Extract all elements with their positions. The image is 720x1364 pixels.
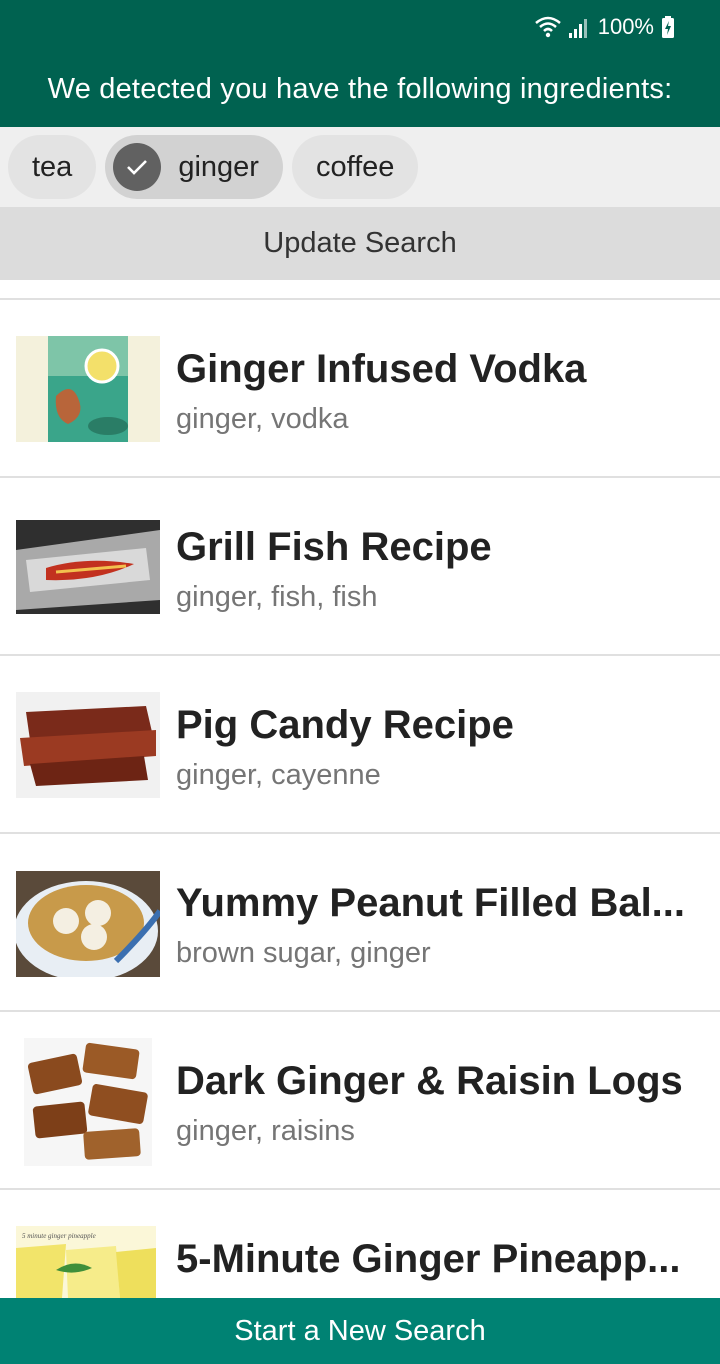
recipe-row-pig-candy[interactable]: Pig Candy Recipe ginger, cayenne [0, 656, 720, 834]
chip-coffee[interactable]: coffee [291, 135, 419, 199]
status-bar: 100% [534, 12, 676, 42]
chip-label: tea [32, 150, 73, 183]
recipe-thumbnail [24, 1038, 152, 1166]
chip-label: coffee [315, 150, 395, 183]
signal-icon [568, 15, 592, 39]
app-header: 100% We detected you have the following … [0, 0, 720, 127]
recipe-title: Pig Candy Recipe [176, 703, 514, 747]
wifi-icon [534, 15, 562, 39]
recipe-row-dark-ginger-raisin[interactable]: Dark Ginger & Raisin Logs ginger, raisin… [0, 1012, 720, 1190]
recipe-ingredients: brown sugar, ginger [176, 937, 431, 969]
battery-charging-icon [660, 15, 676, 39]
recipe-title: Yummy Peanut Filled Bal... [176, 881, 686, 925]
recipe-ingredients: ginger, raisins [176, 1115, 355, 1147]
recipe-row-grill-fish[interactable]: Grill Fish Recipe ginger, fish, fish [0, 478, 720, 656]
recipe-thumbnail [16, 692, 160, 798]
recipe-ingredients: ginger, cayenne [176, 759, 381, 791]
recipe-title: Grill Fish Recipe [176, 525, 492, 569]
recipe-ingredients: ginger, vodka [176, 403, 349, 435]
check-icon [113, 143, 162, 191]
recipe-list: Ginger Infused Vodka ginger, vodka Grill… [0, 280, 720, 1298]
recipe-thumbnail [16, 336, 160, 442]
recipe-thumbnail [16, 871, 160, 977]
chip-tea[interactable]: tea [8, 135, 97, 199]
recipe-title: Ginger Infused Vodka [176, 347, 587, 391]
recipe-thumbnail [16, 520, 160, 614]
recipe-ingredients: ginger, fish, fish [176, 581, 378, 613]
recipe-row-ginger-pineapple[interactable]: 5 minute ginger pineapple 5-Minute Ginge… [0, 1190, 720, 1298]
recipe-row-ginger-infused-vodka[interactable]: Ginger Infused Vodka ginger, vodka [0, 300, 720, 478]
thumbnail-caption: 5 minute ginger pineapple [22, 1232, 96, 1240]
recipe-title: Dark Ginger & Raisin Logs [176, 1059, 683, 1103]
update-search-button[interactable]: Update Search [0, 207, 720, 280]
recipe-thumbnail: 5 minute ginger pineapple [16, 1226, 156, 1298]
recipe-row-yummy-peanut[interactable]: Yummy Peanut Filled Bal... brown sugar, … [0, 834, 720, 1012]
ingredient-chips: tea ginger coffee [0, 127, 720, 207]
battery-percent: 100% [597, 14, 654, 39]
chip-ginger[interactable]: ginger [105, 135, 283, 199]
page-title: We detected you have the following ingre… [47, 73, 673, 105]
start-new-search-button[interactable]: Start a New Search [0, 1298, 720, 1364]
recipe-title: 5-Minute Ginger Pineapp... [176, 1237, 681, 1281]
chip-label: ginger [178, 150, 259, 183]
